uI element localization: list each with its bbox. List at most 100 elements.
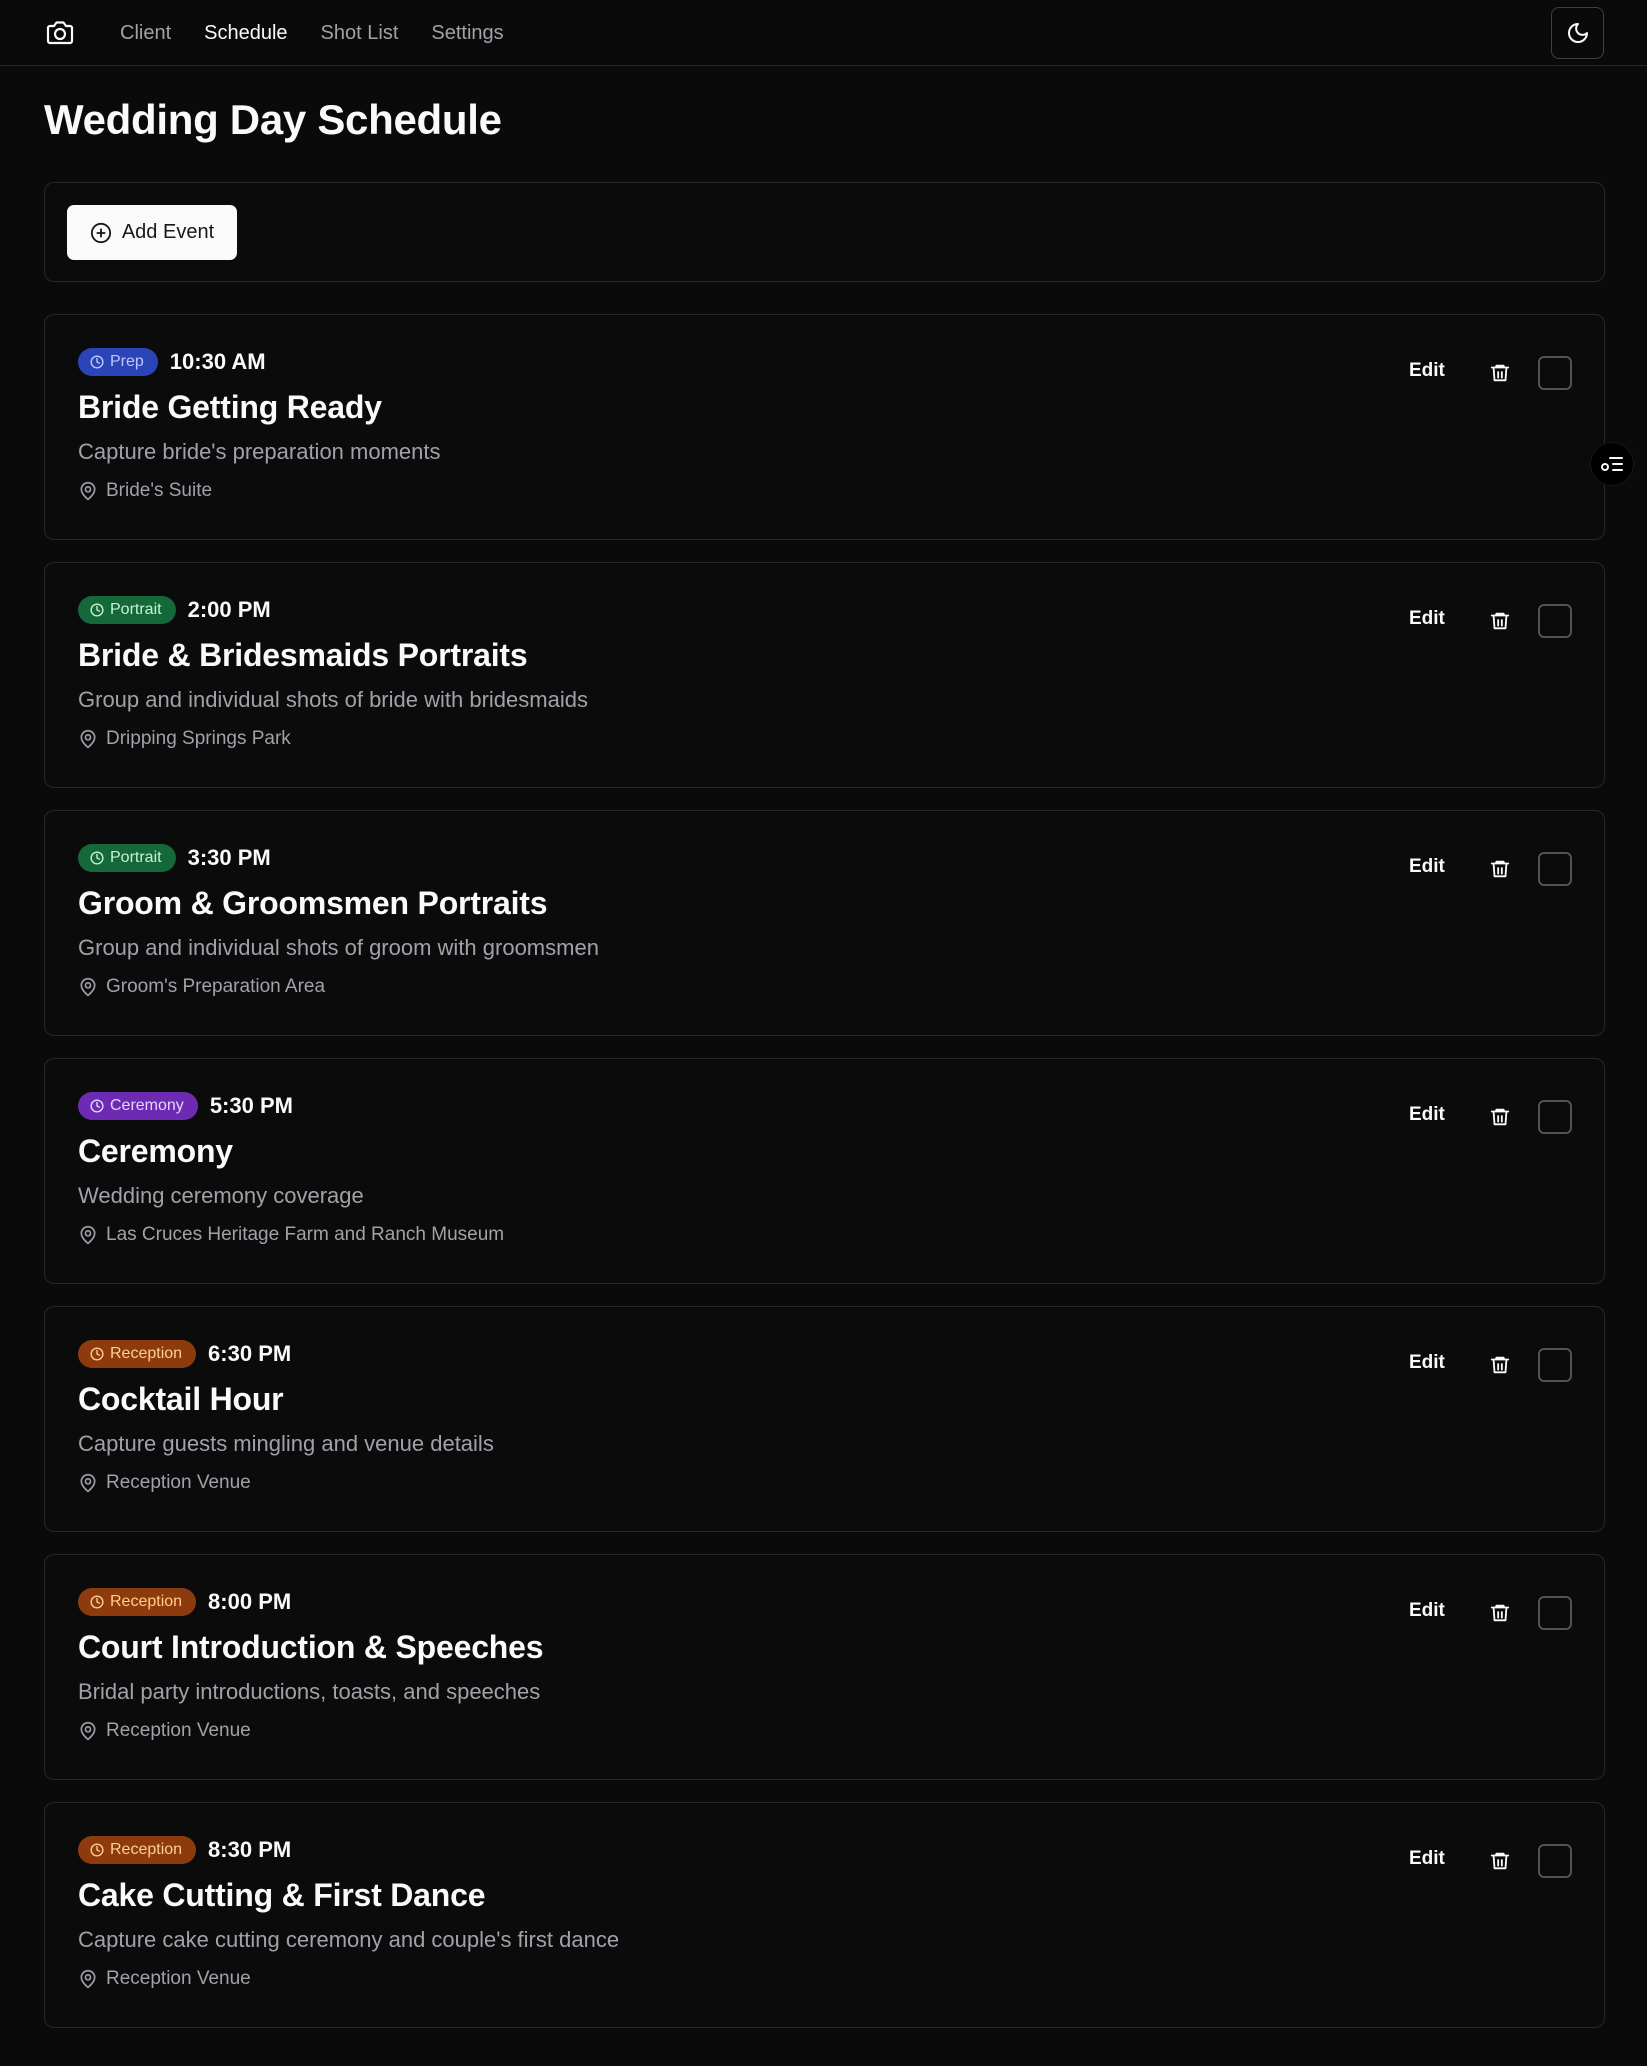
complete-checkbox[interactable] xyxy=(1538,356,1572,390)
event-header: Portrait 3:30 PM xyxy=(78,844,271,872)
complete-checkbox[interactable] xyxy=(1538,1348,1572,1382)
edit-button[interactable]: Edit xyxy=(1409,608,1445,630)
camera-icon[interactable] xyxy=(44,18,76,48)
event-location: Reception Venue xyxy=(78,1720,251,1742)
event-card: Reception 8:30 PM Cake Cutting & First Dan… xyxy=(44,1802,1605,2028)
clock-icon xyxy=(90,355,104,369)
event-title: Groom & Groomsmen Portraits xyxy=(78,885,548,921)
clock-icon xyxy=(90,1595,104,1609)
filter-list-icon xyxy=(1601,457,1623,471)
add-event-button[interactable]: Add Event xyxy=(67,205,237,260)
trash-icon xyxy=(1490,860,1510,878)
delete-button[interactable] xyxy=(1487,1352,1513,1378)
event-card: Portrait 3:30 PM Groom & Groomsmen Portrai… xyxy=(44,810,1605,1036)
nav-links: Client Schedule Shot List Settings xyxy=(120,0,504,66)
event-card: Portrait 2:00 PM Bride & Bridesmaids Portr… xyxy=(44,562,1605,788)
nav-link-client[interactable]: Client xyxy=(120,22,171,45)
trash-icon xyxy=(1490,1604,1510,1622)
trash-icon xyxy=(1490,364,1510,382)
clock-icon xyxy=(90,1099,104,1113)
map-pin-icon xyxy=(80,1225,96,1245)
event-header: Prep 10:30 AM xyxy=(78,348,266,376)
category-badge-label: Ceremony xyxy=(110,1097,184,1114)
category-badge-label: Reception xyxy=(110,1345,183,1362)
edit-button[interactable]: Edit xyxy=(1409,1600,1445,1622)
event-header: Reception 6:30 PM xyxy=(78,1340,291,1368)
event-location-text: Reception Venue xyxy=(106,1720,251,1741)
event-time: 8:00 PM xyxy=(208,1589,292,1614)
event-card: Ceremony 5:30 PM Ceremony Wedding ceremony … xyxy=(44,1058,1605,1284)
event-location-text: Groom's Preparation Area xyxy=(106,976,326,997)
category-badge-label: Prep xyxy=(110,353,144,370)
category-badge: Reception xyxy=(78,1340,197,1368)
event-card: Reception 6:30 PM Cocktail Hour Capture gue… xyxy=(44,1306,1605,1532)
map-pin-icon xyxy=(80,1721,96,1741)
complete-checkbox[interactable] xyxy=(1538,1100,1572,1134)
event-description: Capture bride's preparation moments xyxy=(78,439,441,464)
event-time: 2:00 PM xyxy=(187,597,271,622)
clock-icon xyxy=(90,1843,104,1857)
edit-button[interactable]: Edit xyxy=(1409,1848,1445,1870)
delete-button[interactable] xyxy=(1487,1848,1513,1874)
event-header: Reception 8:30 PM xyxy=(78,1836,291,1864)
map-pin-icon xyxy=(80,977,96,997)
event-location: Groom's Preparation Area xyxy=(78,976,325,998)
delete-button[interactable] xyxy=(1487,856,1513,882)
complete-checkbox[interactable] xyxy=(1538,1596,1572,1630)
event-card: Reception 8:00 PM Court Introduction & Spe… xyxy=(44,1554,1605,1780)
map-pin-icon xyxy=(80,481,96,501)
event-title: Bride & Bridesmaids Portraits xyxy=(78,637,528,673)
nav-link-settings[interactable]: Settings xyxy=(431,22,503,45)
plus-circle-icon xyxy=(90,222,111,243)
map-pin-icon xyxy=(80,1473,96,1493)
event-location-text: Bride's Suite xyxy=(106,480,213,501)
trash-icon xyxy=(1490,1852,1510,1870)
complete-checkbox[interactable] xyxy=(1538,604,1572,638)
event-header: Ceremony 5:30 PM xyxy=(78,1092,293,1120)
event-time: 6:30 PM xyxy=(208,1341,292,1366)
trash-icon xyxy=(1490,612,1510,630)
event-location: Reception Venue xyxy=(78,1472,251,1494)
delete-button[interactable] xyxy=(1487,608,1513,634)
toolbar-card: Add Event xyxy=(44,182,1605,282)
theme-toggle-button[interactable] xyxy=(1551,7,1604,59)
map-pin-icon xyxy=(80,729,96,749)
category-badge: Reception xyxy=(78,1836,197,1864)
delete-button[interactable] xyxy=(1487,360,1513,386)
event-time: 5:30 PM xyxy=(209,1093,293,1118)
category-badge: Reception xyxy=(78,1588,197,1616)
edit-button[interactable]: Edit xyxy=(1409,360,1445,382)
category-badge-label: Reception xyxy=(110,1841,183,1858)
moon-icon xyxy=(1567,23,1588,43)
event-location: Dripping Springs Park xyxy=(78,728,291,750)
category-badge: Portrait xyxy=(78,844,176,872)
event-location: Las Cruces Heritage Farm and Ranch Museu… xyxy=(78,1224,504,1246)
event-description: Group and individual shots of bride with… xyxy=(78,687,588,712)
trash-icon xyxy=(1490,1108,1510,1126)
category-badge: Ceremony xyxy=(78,1092,198,1120)
category-badge-label: Reception xyxy=(110,1593,183,1610)
edit-button[interactable]: Edit xyxy=(1409,856,1445,878)
edit-button[interactable]: Edit xyxy=(1409,1352,1445,1374)
edit-button[interactable]: Edit xyxy=(1409,1104,1445,1126)
event-description: Capture guests mingling and venue detail… xyxy=(78,1431,494,1456)
event-header: Portrait 2:00 PM xyxy=(78,596,271,624)
delete-button[interactable] xyxy=(1487,1104,1513,1130)
nav-link-schedule[interactable]: Schedule xyxy=(204,22,287,45)
trash-icon xyxy=(1490,1356,1510,1374)
event-description: Capture cake cutting ceremony and couple… xyxy=(78,1927,620,1952)
complete-checkbox[interactable] xyxy=(1538,1844,1572,1878)
event-title: Ceremony xyxy=(78,1133,233,1169)
event-title: Cocktail Hour xyxy=(78,1381,284,1417)
event-time: 3:30 PM xyxy=(187,845,271,870)
page-title: Wedding Day Schedule xyxy=(44,96,502,143)
map-pin-icon xyxy=(80,1969,96,1989)
delete-button[interactable] xyxy=(1487,1600,1513,1626)
category-badge: Portrait xyxy=(78,596,176,624)
event-card: Prep 10:30 AM Bride Getting Ready Capture b… xyxy=(44,314,1605,540)
filter-list-button[interactable] xyxy=(1590,442,1634,486)
event-location-text: Las Cruces Heritage Farm and Ranch Museu… xyxy=(106,1224,505,1245)
complete-checkbox[interactable] xyxy=(1538,852,1572,886)
event-title: Bride Getting Ready xyxy=(78,389,382,425)
nav-link-shot-list[interactable]: Shot List xyxy=(321,22,399,45)
